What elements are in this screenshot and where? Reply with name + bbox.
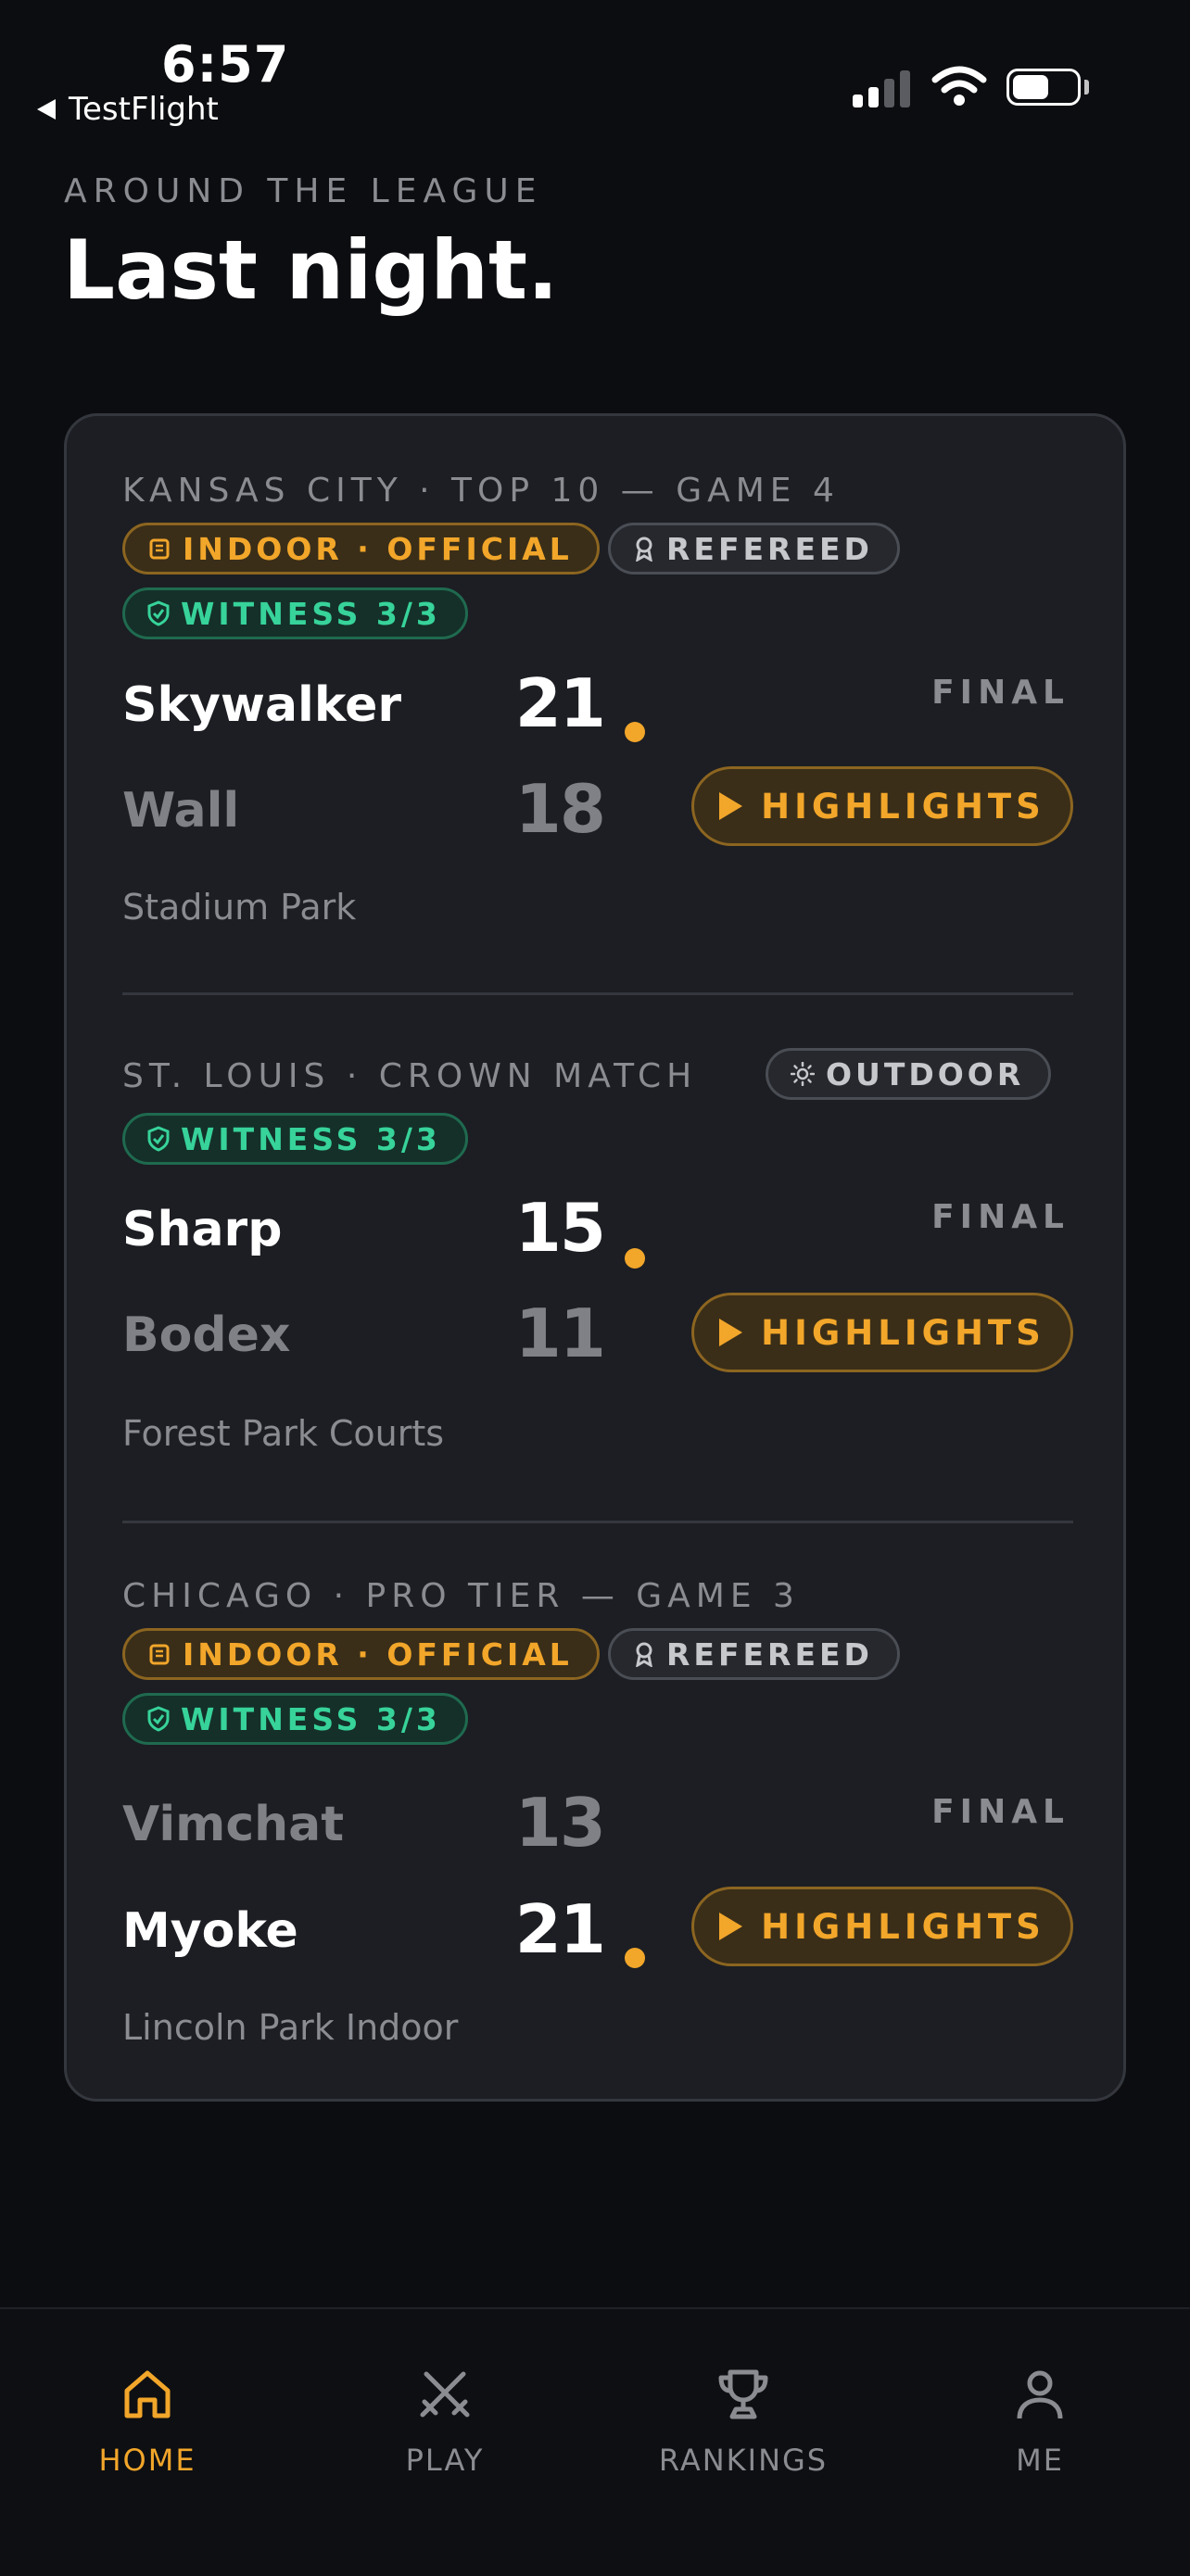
witness-badge: WITNESS 3/3 [122, 587, 468, 639]
cellular-signal-icon [853, 69, 910, 107]
highlights-button[interactable]: HIGHLIGHTS [691, 766, 1073, 846]
crossed-swords-icon [420, 2371, 470, 2418]
badge-label: WITNESS 3/3 [181, 1120, 441, 1157]
building-icon [149, 538, 170, 560]
shield-check-icon [147, 600, 170, 626]
team-score: 21 [514, 1890, 606, 1968]
team-score: 11 [514, 1294, 606, 1372]
back-to-testflight-link[interactable]: TestFlight [37, 91, 219, 128]
divider [122, 1521, 1073, 1523]
home-icon [124, 2370, 171, 2418]
results-card: KANSAS CITY · TOP 10 — GAME 4 INDOOR · O… [64, 413, 1126, 2102]
highlights-label: HIGHLIGHTS [761, 1906, 1045, 1947]
team-score: 18 [514, 770, 606, 848]
game-result-chicago[interactable]: CHICAGO · PRO TIER — GAME 3 INDOOR · OFF… [122, 1577, 1073, 2048]
user-icon [1017, 2370, 1063, 2419]
tab-label: HOME [98, 2443, 196, 2478]
venue-name: Forest Park Courts [122, 1413, 445, 1454]
game-title: CHICAGO · PRO TIER — GAME 3 [122, 1577, 800, 1615]
highlights-label: HIGHLIGHTS [761, 1312, 1045, 1353]
status-time: 6:57 [161, 35, 290, 94]
divider [122, 992, 1073, 995]
team-name: Skywalker [122, 677, 401, 733]
tab-rankings[interactable]: RANKINGS [623, 2365, 864, 2478]
team-name: Vimchat [122, 1797, 345, 1852]
game-title: KANSAS CITY · TOP 10 — GAME 4 [122, 472, 840, 510]
indoor-official-badge: INDOOR · OFFICIAL [122, 1628, 600, 1680]
shield-check-icon [147, 1706, 170, 1732]
badge-label: WITNESS 3/3 [181, 595, 441, 632]
award-icon [636, 1642, 652, 1667]
witness-badge: WITNESS 3/3 [122, 1113, 468, 1165]
tab-play[interactable]: PLAY [324, 2365, 565, 2478]
game-status: FINAL [931, 674, 1070, 712]
badge-label: OUTDOOR [826, 1055, 1025, 1092]
refereed-badge: REFEREED [608, 1628, 900, 1680]
team-score: 15 [514, 1189, 606, 1267]
tab-label: RANKINGS [658, 2443, 829, 2478]
highlights-button[interactable]: HIGHLIGHTS [691, 1887, 1073, 1966]
team-name: Bodex [122, 1307, 291, 1363]
tab-label: PLAY [405, 2443, 485, 2478]
wifi-icon [931, 66, 987, 106]
back-link-label: TestFlight [69, 91, 219, 128]
team-score: 21 [514, 664, 606, 742]
tab-label: ME [1016, 2443, 1064, 2478]
shield-check-icon [147, 1126, 170, 1152]
badge-label: INDOOR · OFFICIAL [183, 1635, 573, 1673]
refereed-badge: REFEREED [608, 523, 900, 575]
award-icon [636, 537, 652, 562]
game-title: ST. LOUIS · CROWN MATCH [122, 1057, 698, 1095]
witness-badge: WITNESS 3/3 [122, 1693, 468, 1745]
outdoor-badge: OUTDOOR [766, 1048, 1052, 1100]
team-name: Sharp [122, 1202, 283, 1257]
game-result-kansas-city[interactable]: KANSAS CITY · TOP 10 — GAME 4 INDOOR · O… [122, 472, 1073, 928]
team-score: 13 [514, 1784, 606, 1862]
trophy-icon [718, 2369, 768, 2419]
highlights-button[interactable]: HIGHLIGHTS [691, 1293, 1073, 1372]
game-status: FINAL [931, 1793, 1070, 1831]
page-title: Last night. [63, 222, 559, 318]
tab-bar: HOME PLAY RANKINGS ME [0, 2307, 1190, 2576]
venue-name: Stadium Park [122, 887, 357, 928]
winner-indicator [625, 722, 645, 742]
battery-icon [1006, 69, 1081, 106]
venue-name: Lincoln Park Indoor [122, 2007, 459, 2048]
team-name: Wall [122, 783, 240, 839]
winner-indicator [625, 1948, 645, 1968]
badge-label: REFEREED [666, 1635, 873, 1673]
section-eyebrow: AROUND THE LEAGUE [64, 172, 543, 210]
play-icon [719, 792, 743, 820]
badge-label: WITNESS 3/3 [181, 1700, 441, 1737]
highlights-label: HIGHLIGHTS [761, 786, 1045, 827]
back-arrow-icon [37, 99, 56, 120]
building-icon [149, 1644, 170, 1665]
sun-icon [791, 1062, 815, 1086]
tab-me[interactable]: ME [919, 2365, 1160, 2478]
badge-label: INDOOR · OFFICIAL [183, 530, 573, 567]
play-icon [719, 1319, 743, 1346]
play-icon [719, 1913, 743, 1940]
winner-indicator [625, 1248, 645, 1269]
battery-cap [1084, 80, 1089, 95]
badge-label: REFEREED [666, 530, 873, 567]
tab-home[interactable]: HOME [27, 2365, 268, 2478]
game-result-st-louis[interactable]: ST. LOUIS · CROWN MATCH OUTDOOR WITNESS … [122, 1048, 1073, 1502]
team-name: Myoke [122, 1903, 298, 1959]
game-status: FINAL [931, 1198, 1070, 1236]
status-bar: 6:57 TestFlight [0, 0, 1190, 139]
indoor-official-badge: INDOOR · OFFICIAL [122, 523, 600, 575]
